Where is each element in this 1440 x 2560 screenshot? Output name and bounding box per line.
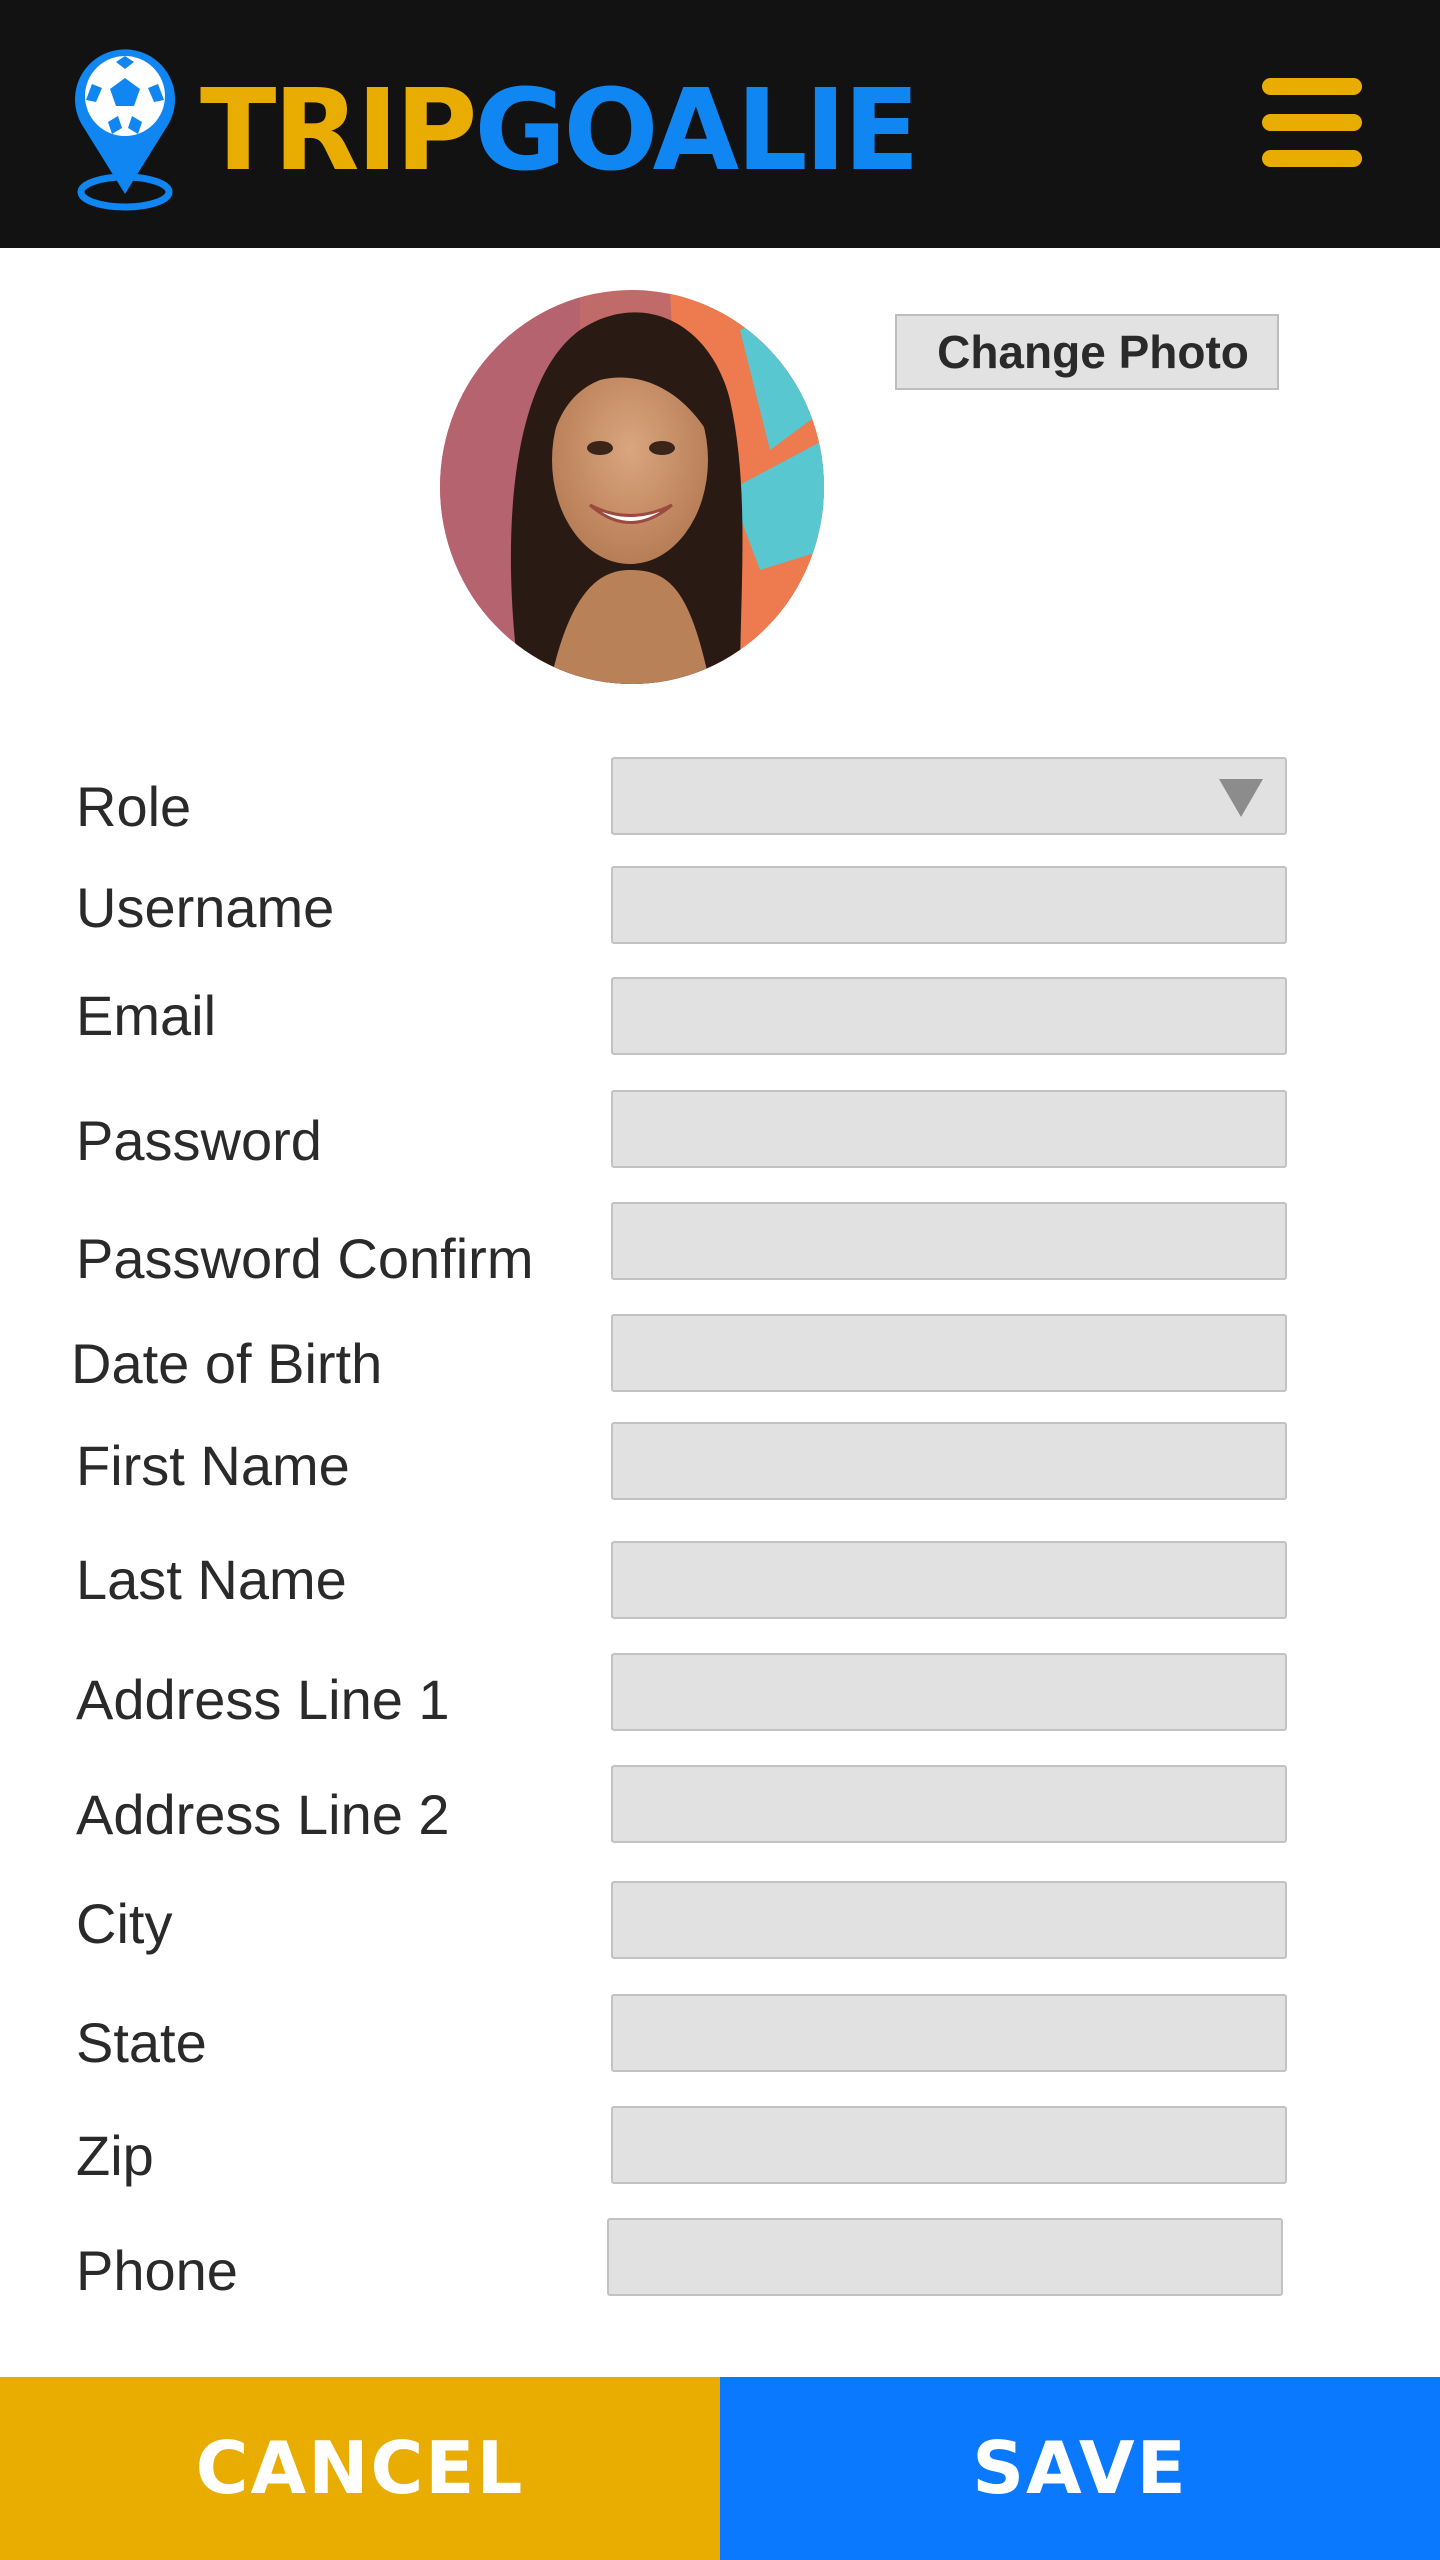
save-button[interactable]: SAVE [720,2377,1440,2560]
app-logo-wordmark: TRIPGOALIE [200,66,920,196]
address-line-2-label: Address Line 2 [76,1783,450,1846]
hamburger-menu-icon[interactable] [1262,78,1362,168]
address-line-2-input[interactable] [611,1765,1287,1843]
first-name-label: First Name [76,1434,350,1497]
email-input[interactable] [611,977,1287,1055]
last-name-label: Last Name [76,1548,347,1611]
username-input[interactable] [611,866,1287,944]
password-confirm-input[interactable] [611,1202,1287,1280]
menu-bar [1262,114,1362,131]
phone-label: Phone [76,2239,238,2302]
phone-input[interactable] [607,2218,1283,2296]
address-line-1-label: Address Line 1 [76,1668,450,1731]
logo-text-goalie: GOALIE [474,66,919,196]
date-of-birth-label: Date of Birth [71,1332,383,1395]
password-input[interactable] [611,1090,1287,1168]
city-label: City [76,1892,173,1955]
username-label: Username [76,876,335,939]
last-name-input[interactable] [611,1541,1287,1619]
role-select[interactable] [611,757,1287,835]
app-header: TRIPGOALIE [0,0,1440,248]
dropdown-arrow-icon [1219,779,1263,817]
zip-input[interactable] [611,2106,1287,2184]
soccer-ball-pin-logo-icon [75,49,175,211]
state-input[interactable] [611,1994,1287,2072]
role-label: Role [76,775,192,838]
menu-bar [1262,150,1362,167]
menu-bar [1262,78,1362,95]
password-label: Password [76,1109,322,1172]
password-confirm-label: Password Confirm [76,1227,534,1290]
city-input[interactable] [611,1881,1287,1959]
change-photo-button[interactable]: Change Photo [895,314,1279,390]
zip-label: Zip [76,2124,154,2187]
email-label: Email [76,984,217,1047]
address-line-1-input[interactable] [611,1653,1287,1731]
first-name-input[interactable] [611,1422,1287,1500]
profile-photo-avatar [440,290,824,684]
cancel-button[interactable]: CANCEL [0,2377,720,2560]
date-of-birth-input[interactable] [611,1314,1287,1392]
state-label: State [76,2011,207,2074]
logo-text-trip: TRIP [200,66,477,196]
